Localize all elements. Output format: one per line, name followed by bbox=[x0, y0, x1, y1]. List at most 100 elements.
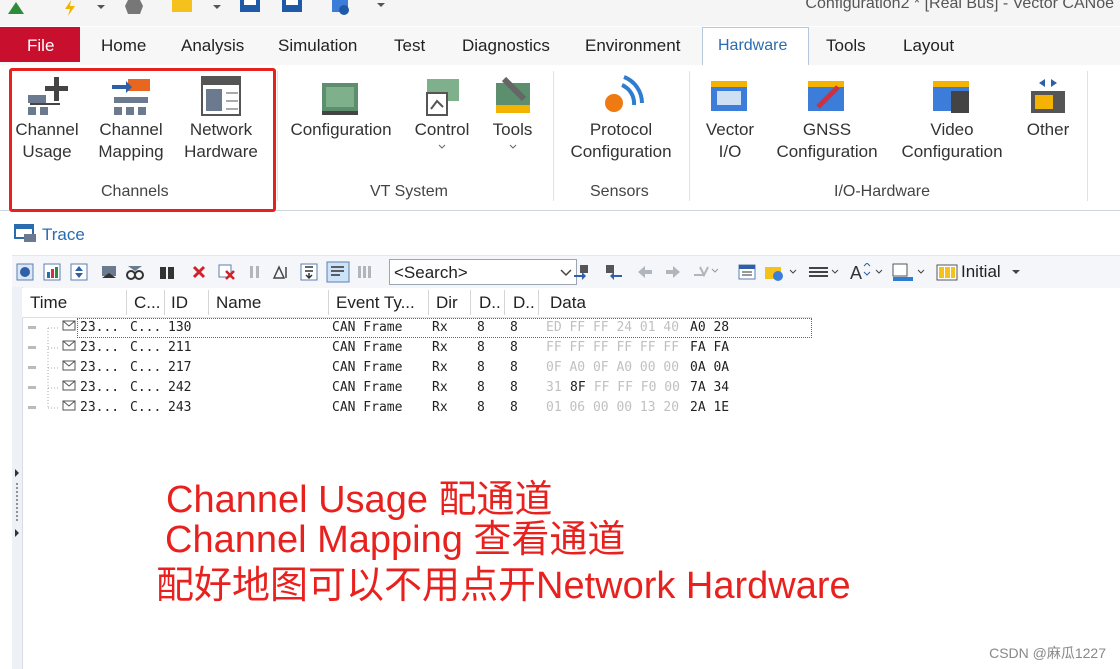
cell-channel: C... bbox=[130, 380, 162, 395]
cell-channel: C... bbox=[130, 360, 162, 375]
cell-time: 23... bbox=[80, 400, 120, 415]
col-time[interactable]: Time bbox=[30, 293, 67, 313]
save-icon[interactable] bbox=[238, 0, 262, 16]
columns-icon[interactable] bbox=[356, 263, 374, 281]
col-dlc[interactable]: D.. bbox=[479, 293, 501, 313]
tab-tools[interactable]: Tools bbox=[826, 36, 866, 56]
stop-icon[interactable] bbox=[125, 0, 143, 16]
col-divider[interactable] bbox=[470, 290, 471, 315]
splitter-handle-icon[interactable] bbox=[13, 463, 21, 553]
configuration-button[interactable]: Configuration bbox=[286, 73, 396, 141]
cell-data-length: 8 bbox=[510, 360, 518, 375]
trace-search-input[interactable]: <Search> bbox=[389, 259, 577, 285]
dropdown-arrow-icon[interactable] bbox=[212, 0, 222, 16]
vt-tools-button[interactable]: Tools bbox=[485, 73, 540, 151]
tab-environment[interactable]: Environment bbox=[585, 36, 680, 56]
video-configuration-button[interactable]: Video Configuration bbox=[895, 73, 1009, 163]
protocol-configuration-button[interactable]: Protocol Configuration bbox=[563, 73, 679, 163]
clear-icon[interactable] bbox=[218, 263, 236, 281]
pause-icon[interactable] bbox=[246, 263, 264, 281]
cell-data: 2A 1E bbox=[690, 400, 730, 415]
table-row[interactable]: 23... C... 211 CAN Frame Rx 8 8 FF FF FF… bbox=[22, 338, 822, 358]
col-divider[interactable] bbox=[328, 290, 329, 315]
other-button[interactable]: Other bbox=[1020, 73, 1076, 141]
delete-icon[interactable] bbox=[190, 263, 208, 281]
open-folder-icon[interactable] bbox=[170, 0, 194, 16]
cell-dlc: 8 bbox=[477, 380, 485, 395]
font-size-icon[interactable]: A bbox=[850, 263, 886, 281]
color-icon[interactable] bbox=[892, 263, 928, 281]
chevron-down-icon[interactable] bbox=[560, 268, 572, 278]
view-preset-select[interactable]: Initial bbox=[961, 262, 1023, 282]
col-data[interactable]: Data bbox=[550, 293, 586, 313]
binoculars-icon[interactable] bbox=[158, 263, 176, 281]
dropdown-arrow-icon[interactable] bbox=[96, 0, 106, 16]
filter-glasses-icon[interactable] bbox=[126, 263, 144, 281]
col-data-length[interactable]: D.. bbox=[513, 293, 535, 313]
pin-icon bbox=[28, 366, 36, 369]
statistics-icon[interactable] bbox=[43, 263, 61, 281]
trace-window-title[interactable]: Trace bbox=[42, 225, 85, 245]
cell-dlc: 8 bbox=[477, 360, 485, 375]
pin-icon bbox=[28, 386, 36, 389]
tab-diagnostics[interactable]: Diagnostics bbox=[462, 36, 550, 56]
trace-window-header: Trace bbox=[0, 213, 1120, 255]
file-label: File bbox=[27, 36, 55, 55]
other-hardware-icon bbox=[1031, 79, 1065, 113]
table-row[interactable]: 23... C... 243 CAN Frame Rx 8 8 01 06 00… bbox=[22, 398, 822, 418]
open-trace-icon[interactable] bbox=[738, 263, 756, 281]
cell-id: 243 bbox=[168, 400, 192, 415]
tab-hardware[interactable]: Hardware bbox=[702, 27, 809, 65]
network-config-icon[interactable] bbox=[330, 0, 354, 16]
save-as-icon[interactable] bbox=[280, 0, 304, 16]
find-previous-icon[interactable] bbox=[572, 263, 596, 281]
layout-preset-icon[interactable] bbox=[936, 263, 958, 281]
tab-test[interactable]: Test bbox=[394, 36, 425, 56]
find-next-icon[interactable] bbox=[600, 263, 624, 281]
col-divider[interactable] bbox=[126, 290, 127, 315]
col-divider[interactable] bbox=[208, 290, 209, 315]
table-row[interactable]: 23... C... 130 CAN Frame Rx 8 8 ED FF FF… bbox=[22, 318, 822, 338]
tab-layout[interactable]: Layout bbox=[903, 36, 954, 56]
jump-icon[interactable] bbox=[692, 263, 720, 281]
delta-time-icon[interactable] bbox=[272, 263, 290, 281]
col-divider[interactable] bbox=[538, 290, 539, 315]
sensors-group-label: Sensors bbox=[590, 183, 649, 200]
annotation-channel-mapping: Channel Mapping 查看通道 bbox=[165, 519, 626, 561]
forward-arrow-icon[interactable] bbox=[664, 263, 682, 281]
back-arrow-icon[interactable] bbox=[636, 263, 654, 281]
col-id[interactable]: ID bbox=[171, 293, 188, 313]
group-separator bbox=[689, 71, 690, 201]
col-divider[interactable] bbox=[504, 290, 505, 315]
col-divider[interactable] bbox=[164, 290, 165, 315]
control-button[interactable]: Control bbox=[410, 73, 474, 151]
canoe-logo-icon[interactable] bbox=[6, 0, 26, 16]
table-row[interactable]: 23... C... 217 CAN Frame Rx 8 8 0F A0 0F… bbox=[22, 358, 822, 378]
table-row[interactable]: 23... C... 242 CAN Frame Rx 8 8 31 8F FF… bbox=[22, 378, 822, 398]
annotation-channel-usage: Channel Usage 配通道 bbox=[166, 479, 553, 521]
col-channel[interactable]: C... bbox=[134, 293, 160, 313]
vector-io-button[interactable]: Vector I/O bbox=[698, 73, 762, 163]
file-menu-button[interactable]: File bbox=[0, 27, 80, 62]
vector-io-label: Vector I/O bbox=[705, 120, 755, 161]
start-measurement-icon[interactable] bbox=[62, 0, 78, 16]
message-icon bbox=[62, 360, 76, 371]
gnss-configuration-button[interactable]: GNSS Configuration bbox=[770, 73, 884, 163]
line-style-icon[interactable] bbox=[808, 263, 842, 281]
col-dir[interactable]: Dir bbox=[436, 293, 458, 313]
view-mode-icon[interactable] bbox=[326, 261, 350, 283]
vt-system-group-label: VT System bbox=[370, 183, 448, 200]
info-icon[interactable] bbox=[16, 263, 34, 281]
tab-simulation[interactable]: Simulation bbox=[278, 36, 357, 56]
customize-arrow-icon[interactable] bbox=[376, 0, 386, 16]
cell-dlc: 8 bbox=[477, 340, 485, 355]
filter-message-icon[interactable] bbox=[100, 263, 118, 281]
col-divider[interactable] bbox=[428, 290, 429, 315]
scroll-mode-icon[interactable] bbox=[70, 263, 88, 281]
tab-home[interactable]: Home bbox=[101, 36, 146, 56]
export-icon[interactable] bbox=[764, 263, 800, 281]
col-name[interactable]: Name bbox=[216, 293, 261, 313]
sort-icon[interactable] bbox=[300, 263, 318, 281]
tab-analysis[interactable]: Analysis bbox=[181, 36, 244, 56]
col-event-type[interactable]: Event Ty... bbox=[336, 293, 415, 313]
